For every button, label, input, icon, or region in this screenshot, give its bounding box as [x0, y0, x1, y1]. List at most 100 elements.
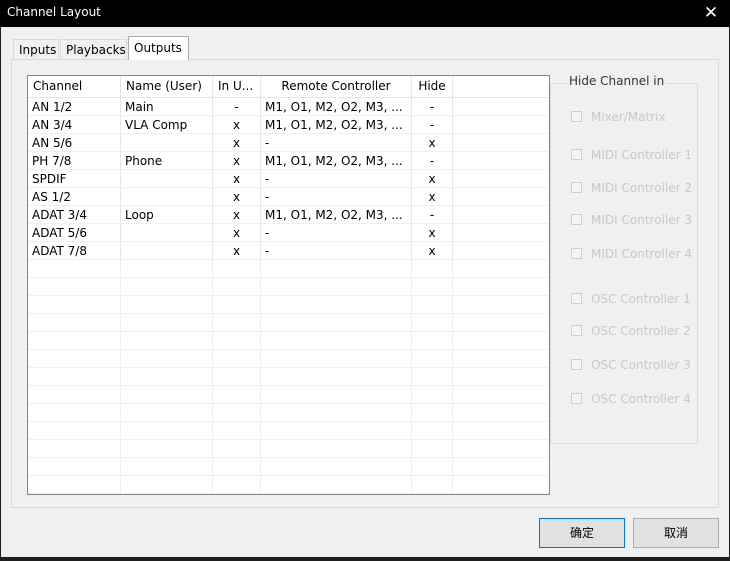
window-title: Channel Layout	[7, 5, 101, 19]
hide-option-checkbox[interactable]: MIDI Controller 4	[571, 246, 711, 262]
cell-name: VLA Comp	[121, 116, 213, 133]
column-header-name[interactable]: Name (User)	[121, 76, 213, 97]
grid-line	[28, 439, 549, 440]
checkbox-box[interactable]	[571, 214, 582, 225]
cell-channel: SPDIF	[28, 170, 121, 187]
column-separator	[411, 260, 412, 494]
checkbox-box[interactable]	[571, 149, 582, 160]
cancel-button[interactable]: 取消	[633, 518, 719, 548]
tab-outputs[interactable]: Outputs	[128, 36, 189, 60]
tab-label: Playbacks	[66, 43, 126, 57]
checkbox-box[interactable]	[571, 393, 582, 404]
checkbox-label: Mixer/Matrix	[591, 110, 666, 124]
cell-name	[121, 224, 213, 241]
cell-name	[121, 242, 213, 259]
checkbox-box[interactable]	[571, 248, 582, 259]
grid-line	[28, 421, 549, 422]
grid-line	[28, 277, 549, 278]
grid-line	[28, 313, 549, 314]
tab-playbacks[interactable]: Playbacks	[60, 39, 127, 59]
checkbox-label: OSC Controller 2	[591, 324, 691, 338]
cell-hide: -	[412, 116, 453, 133]
table-row[interactable]: ADAT 3/4 Loop x M1, O1, M2, O2, M3, ... -	[28, 206, 549, 224]
grid-line	[28, 457, 549, 458]
cell-channel: ADAT 7/8	[28, 242, 121, 259]
column-separator	[452, 260, 453, 494]
cell-in-use: x	[213, 242, 261, 259]
cell-channel: ADAT 5/6	[28, 224, 121, 241]
hide-channel-group-label: Hide Channel in	[567, 74, 667, 88]
table-row[interactable]: SPDIF x - x	[28, 170, 549, 188]
column-separator	[260, 260, 261, 494]
cell-hide: x	[412, 188, 453, 205]
cell-channel: AN 5/6	[28, 134, 121, 151]
grid-line	[28, 367, 549, 368]
cell-hide: x	[412, 170, 453, 187]
hide-channel-group	[550, 83, 698, 444]
hide-option-checkbox[interactable]: OSC Controller 2	[571, 323, 711, 339]
cell-hide: x	[412, 242, 453, 259]
table-row[interactable]: PH 7/8 Phone x M1, O1, M2, O2, M3, ... -	[28, 152, 549, 170]
tab-label: Outputs	[134, 41, 182, 55]
table-row[interactable]: AN 3/4 VLA Comp x M1, O1, M2, O2, M3, ... -	[28, 116, 549, 134]
title-bar: Channel Layout ✕	[0, 0, 730, 27]
checkbox-label: MIDI Controller 1	[591, 148, 692, 162]
column-header-hide[interactable]: Hide	[412, 76, 453, 97]
column-separator	[212, 260, 213, 494]
cell-remote-controller: M1, O1, M2, O2, M3, ...	[261, 116, 412, 133]
hide-option-checkbox[interactable]: MIDI Controller 1	[571, 147, 711, 163]
grid-line	[28, 475, 549, 476]
cell-remote-controller: -	[261, 224, 412, 241]
column-header-channel[interactable]: Channel	[28, 76, 121, 97]
checkbox-box[interactable]	[571, 293, 582, 304]
grid-line	[28, 349, 549, 350]
checkbox-label: OSC Controller 3	[591, 358, 691, 372]
column-separator	[120, 260, 121, 494]
checkbox-box[interactable]	[571, 111, 582, 122]
cell-channel: PH 7/8	[28, 152, 121, 169]
grid-line	[28, 385, 549, 386]
close-icon[interactable]: ✕	[698, 1, 724, 25]
hide-option-checkbox[interactable]: OSC Controller 1	[571, 291, 711, 307]
hide-option-checkbox[interactable]: Mixer/Matrix	[571, 109, 711, 125]
hide-option-checkbox[interactable]: MIDI Controller 2	[571, 180, 711, 196]
grid-line	[28, 295, 549, 296]
grid-line	[28, 331, 549, 332]
grid-line	[28, 493, 549, 494]
table-row[interactable]: AN 5/6 x - x	[28, 134, 549, 152]
cell-in-use: x	[213, 188, 261, 205]
hide-option-checkbox[interactable]: OSC Controller 4	[571, 391, 711, 407]
checkbox-box[interactable]	[571, 325, 582, 336]
table-row[interactable]: AS 1/2 x - x	[28, 188, 549, 206]
grid-line	[28, 403, 549, 404]
hide-option-checkbox[interactable]: OSC Controller 3	[571, 357, 711, 373]
checkbox-label: OSC Controller 4	[591, 392, 691, 406]
tab-inputs[interactable]: Inputs	[13, 39, 59, 59]
cell-remote-controller: -	[261, 170, 412, 187]
cell-in-use: -	[213, 98, 261, 115]
checkbox-box[interactable]	[571, 359, 582, 370]
cell-name: Main	[121, 98, 213, 115]
hide-option-checkbox[interactable]: MIDI Controller 3	[571, 212, 711, 228]
cell-remote-controller: M1, O1, M2, O2, M3, ...	[261, 98, 412, 115]
ok-button[interactable]: 确定	[539, 518, 625, 548]
cell-hide: -	[412, 206, 453, 223]
cell-in-use: x	[213, 116, 261, 133]
table-row[interactable]: ADAT 7/8 x - x	[28, 242, 549, 260]
cell-name	[121, 134, 213, 151]
cell-remote-controller: -	[261, 134, 412, 151]
cell-in-use: x	[213, 206, 261, 223]
cell-channel: AS 1/2	[28, 188, 121, 205]
cell-remote-controller: -	[261, 242, 412, 259]
table-row[interactable]: ADAT 5/6 x - x	[28, 224, 549, 242]
cell-hide: -	[412, 98, 453, 115]
channel-table[interactable]: Channel Name (User) In U... Remote Contr…	[27, 75, 550, 495]
cell-in-use: x	[213, 152, 261, 169]
table-row[interactable]: AN 1/2 Main - M1, O1, M2, O2, M3, ... -	[28, 98, 549, 116]
column-header-remote-controller[interactable]: Remote Controller	[261, 76, 412, 97]
column-header-in-use[interactable]: In U...	[213, 76, 261, 97]
dialog-body: Inputs Playbacks Outputs Channel Name (U…	[1, 27, 729, 557]
cell-remote-controller: -	[261, 188, 412, 205]
checkbox-box[interactable]	[571, 182, 582, 193]
checkbox-label: MIDI Controller 3	[591, 213, 692, 227]
